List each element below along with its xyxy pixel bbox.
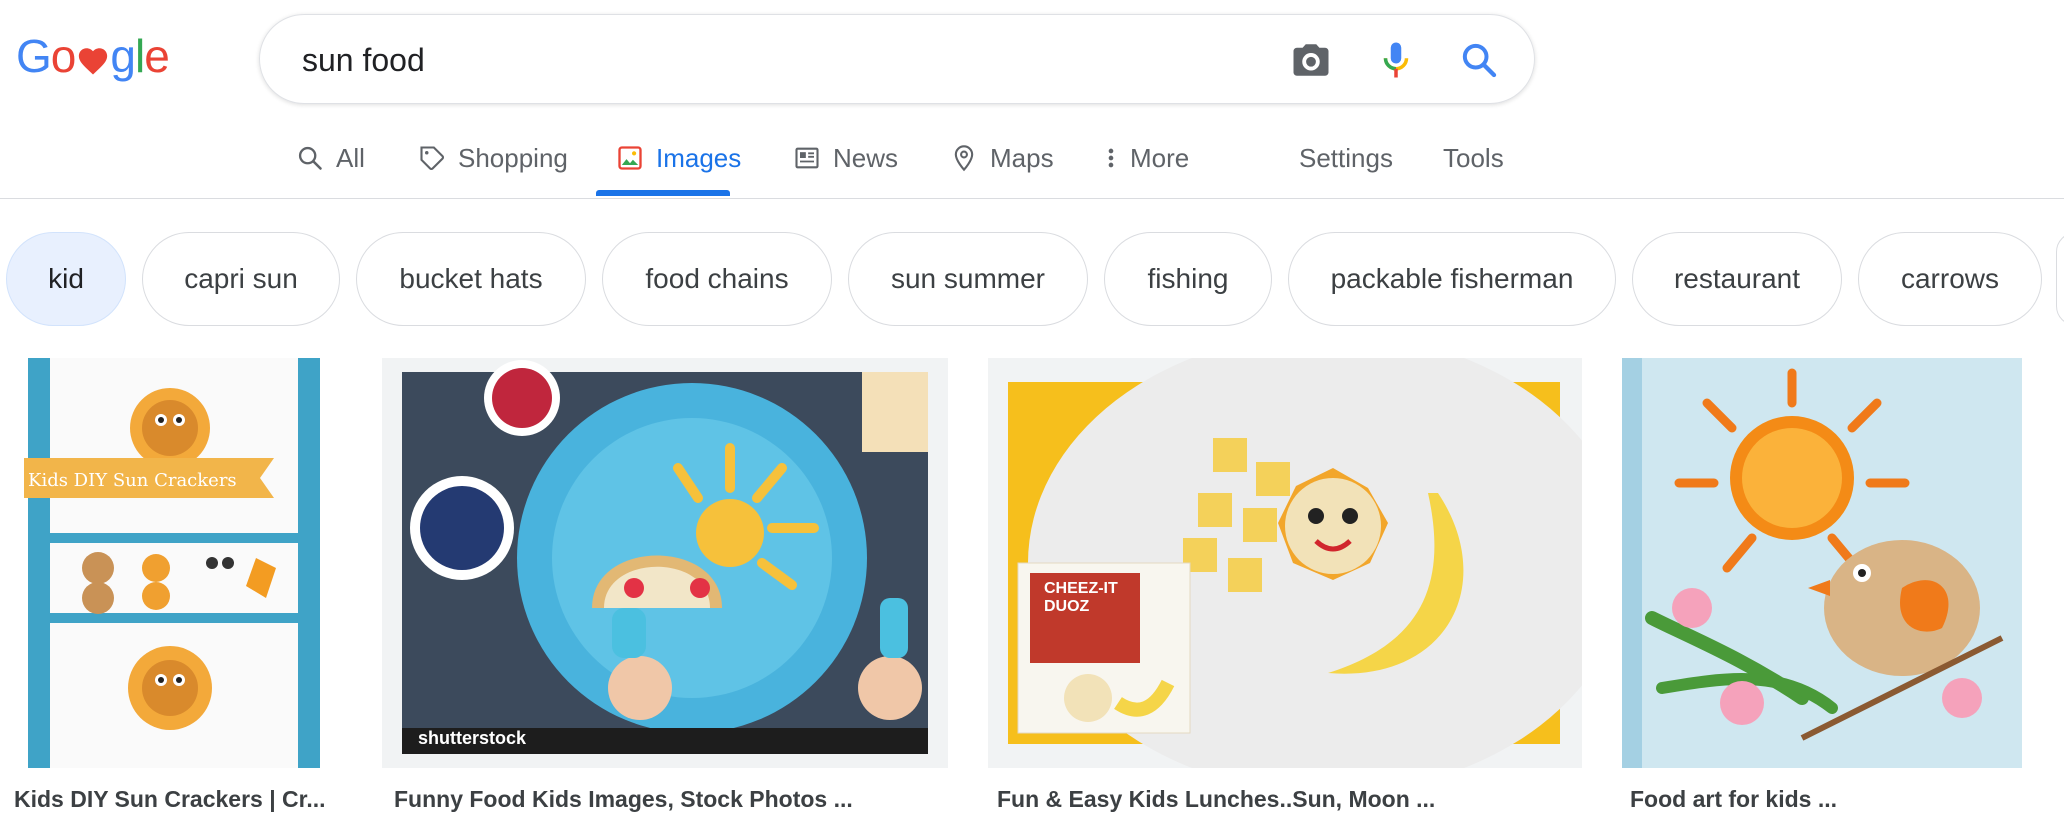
heart-icon <box>76 44 110 78</box>
tab-label: Maps <box>990 142 1054 173</box>
result-thumbnail[interactable] <box>1622 358 2022 768</box>
search-icon[interactable] <box>1458 39 1500 81</box>
search-icon <box>296 144 324 172</box>
image-banner-text: Kids DIY Sun Crackers <box>28 470 237 491</box>
tag-icon <box>418 144 446 172</box>
result-caption[interactable]: Food art for kids ... <box>1630 786 1837 813</box>
settings-link[interactable]: Settings <box>1299 120 1393 196</box>
tools-label: Tools <box>1443 142 1504 173</box>
result-thumbnail[interactable]: CHEEZ-IT DUOZ <box>988 358 1582 768</box>
related-search-chips: kid capri sun bucket hats food chains su… <box>0 232 2064 328</box>
active-tab-indicator <box>596 190 730 196</box>
more-vert-icon <box>1104 144 1118 172</box>
chip-label: bucket hats <box>399 263 543 294</box>
chip-sun-summer[interactable]: sun summer <box>848 232 1088 326</box>
result-thumbnail[interactable]: shutterstock <box>382 358 948 768</box>
search-box[interactable] <box>259 14 1535 105</box>
newspaper-icon <box>793 144 821 172</box>
google-logo[interactable]: G o g l e <box>16 26 170 86</box>
chip-fishing[interactable]: fishing <box>1104 232 1272 326</box>
result-caption[interactable]: Funny Food Kids Images, Stock Photos ... <box>394 786 853 813</box>
chip-label: food chains <box>645 263 789 294</box>
logo-letter-g2: g <box>110 30 136 82</box>
header-divider <box>0 198 2064 199</box>
image-icon <box>616 144 644 172</box>
chip-label: fishing <box>1147 263 1229 294</box>
tab-more[interactable]: More <box>1104 120 1189 196</box>
chip-food-chains[interactable]: food chains <box>602 232 832 326</box>
logo-letter-l: l <box>134 30 145 82</box>
tab-maps[interactable]: Maps <box>950 120 1054 196</box>
chip-carrows[interactable]: carrows <box>1858 232 2042 326</box>
result-caption[interactable]: Kids DIY Sun Crackers | Cr... <box>14 786 326 813</box>
chip-kid[interactable]: kid <box>6 232 126 326</box>
chip-capri-sun[interactable]: capri sun <box>142 232 340 326</box>
tab-label: Images <box>656 142 742 173</box>
tab-label: Shopping <box>458 142 568 173</box>
chip-label: sun summer <box>890 263 1046 294</box>
tab-label: More <box>1130 142 1190 173</box>
settings-label: Settings <box>1299 142 1393 173</box>
chip-packable-fisherman[interactable]: packable fisherman <box>1288 232 1616 326</box>
chip-label: kid <box>48 263 84 294</box>
tab-label: All <box>336 142 365 173</box>
tab-label: News <box>833 142 899 173</box>
search-input[interactable] <box>300 15 1304 105</box>
logo-letter-g: G <box>16 30 52 82</box>
camera-icon[interactable] <box>1290 39 1332 81</box>
logo-letter-o: o <box>50 30 77 82</box>
tab-shopping[interactable]: Shopping <box>418 120 568 196</box>
chip-overflow[interactable] <box>2056 232 2064 326</box>
map-pin-icon <box>950 144 978 172</box>
result-thumbnail[interactable]: Kids DIY Sun Crackers <box>6 358 342 768</box>
chip-restaurant[interactable]: restaurant <box>1632 232 1842 326</box>
chip-label: restaurant <box>1673 263 1801 294</box>
watermark-text: shutterstock <box>418 728 527 748</box>
tab-news[interactable]: News <box>793 120 898 196</box>
chip-label: capri sun <box>184 263 298 294</box>
microphone-icon[interactable] <box>1375 39 1417 81</box>
chip-label: carrows <box>1900 263 1999 294</box>
chip-bucket-hats[interactable]: bucket hats <box>356 232 586 326</box>
result-caption[interactable]: Fun & Easy Kids Lunches..Sun, Moon ... <box>997 786 1435 813</box>
tools-link[interactable]: Tools <box>1443 120 1504 196</box>
product-box-text: CHEEZ-IT DUOZ <box>1044 580 1118 615</box>
tab-all[interactable]: All <box>296 120 365 196</box>
chip-label: packable fisherman <box>1330 263 1574 294</box>
tab-images[interactable]: Images <box>616 120 741 196</box>
logo-letter-e: e <box>144 30 170 82</box>
